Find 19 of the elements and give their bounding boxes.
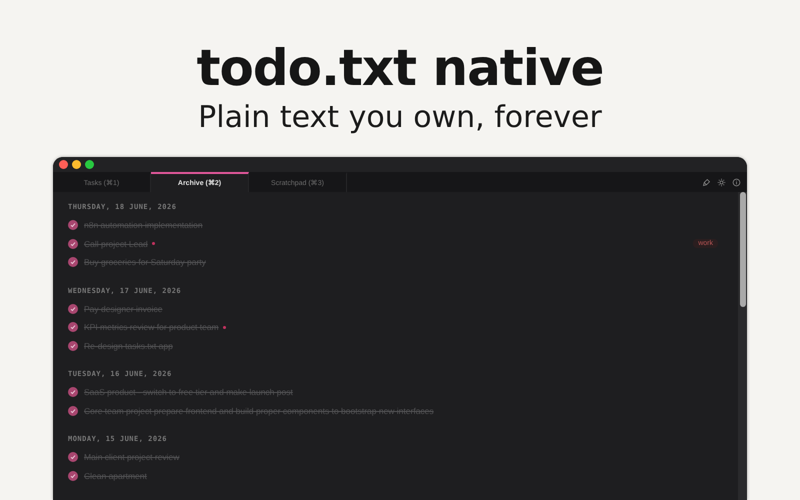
headline: todo.txt native <box>196 38 604 98</box>
checkbox[interactable] <box>68 452 78 462</box>
checkbox[interactable] <box>68 340 78 351</box>
zoom-button[interactable] <box>85 160 94 169</box>
pen-icon[interactable] <box>702 178 711 186</box>
minimize-button[interactable] <box>72 160 81 169</box>
checkbox[interactable] <box>68 257 78 268</box>
checkbox[interactable] <box>68 220 78 230</box>
checkbox[interactable] <box>68 304 78 314</box>
checkbox[interactable] <box>68 406 78 416</box>
checkbox[interactable] <box>68 238 78 249</box>
checkbox[interactable] <box>68 387 78 398</box>
subtitle: Plain text you own, forever <box>198 99 602 137</box>
checkbox[interactable] <box>68 470 78 481</box>
scrollbar[interactable] <box>738 192 747 500</box>
checkbox[interactable] <box>68 322 78 332</box>
sun-icon[interactable] <box>717 178 726 186</box>
info-icon[interactable] <box>732 178 741 186</box>
close-button[interactable] <box>59 160 68 169</box>
